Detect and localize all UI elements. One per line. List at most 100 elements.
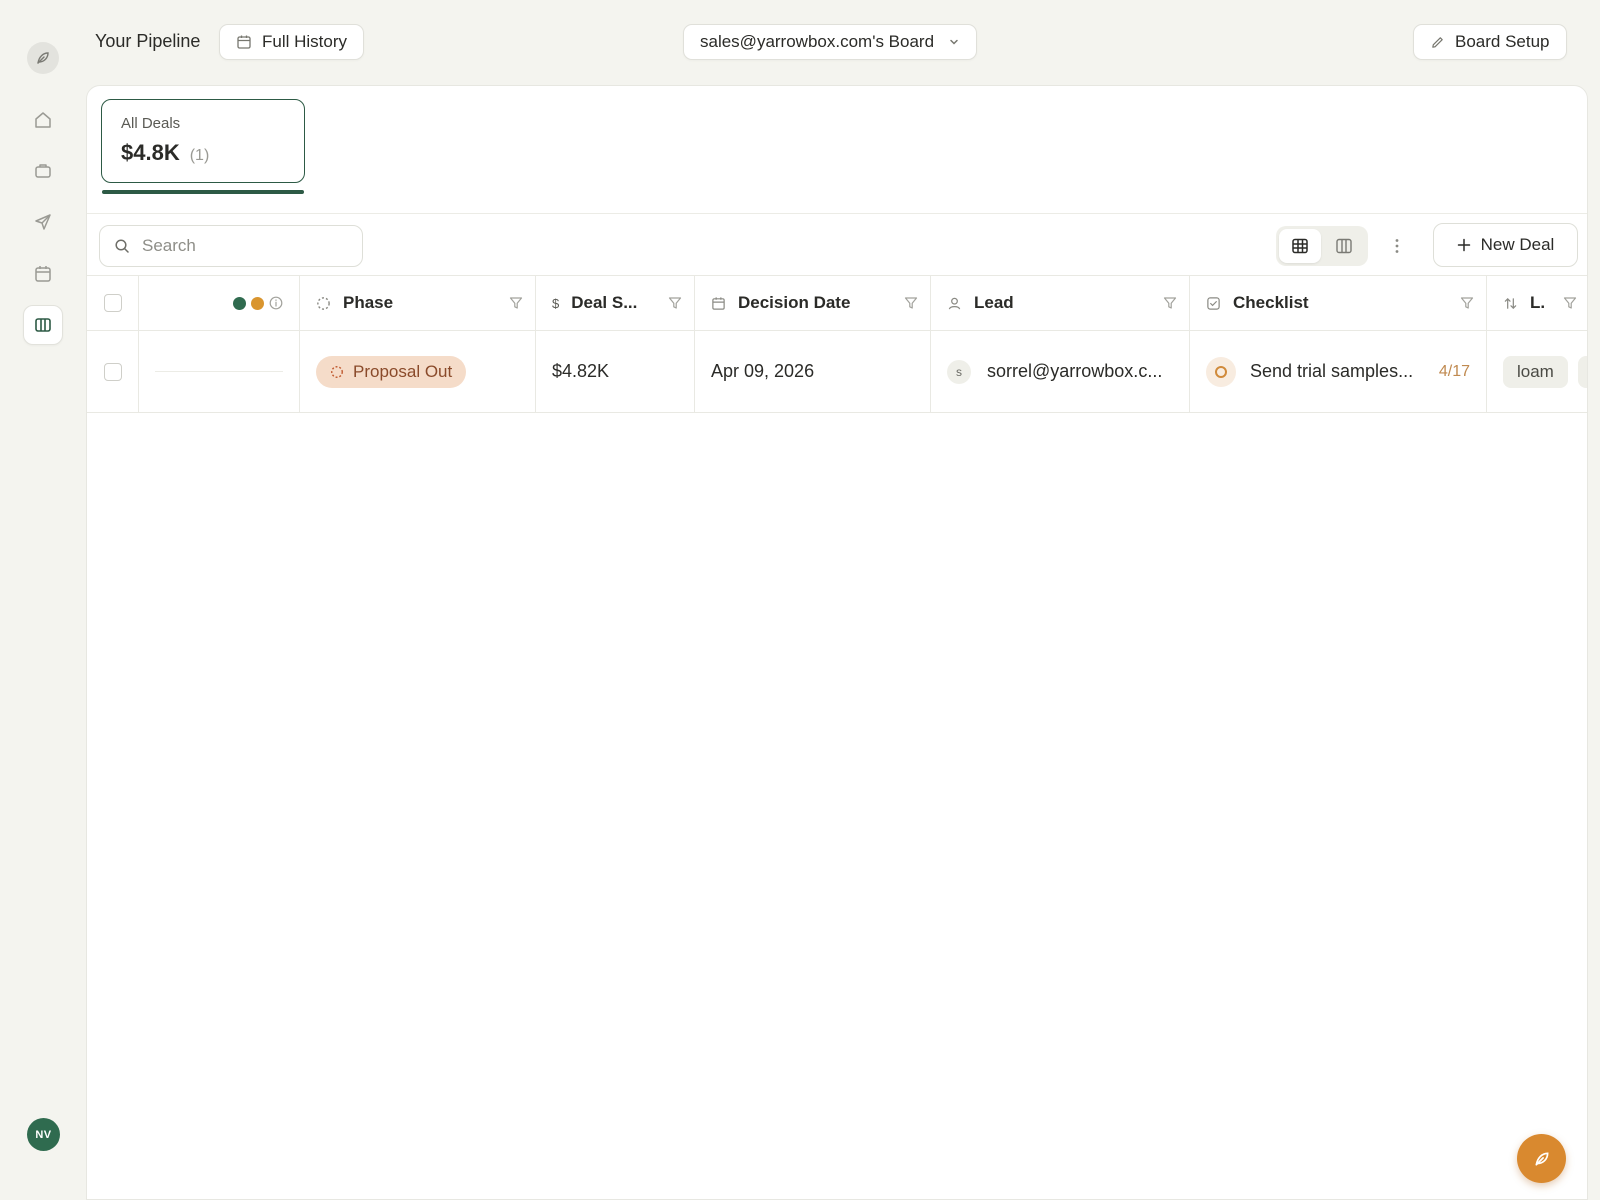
status-cell <box>139 331 300 412</box>
decision-date-cell[interactable]: Apr 09, 2026 <box>695 331 931 412</box>
lead-avatar: s <box>947 359 971 384</box>
section-divider <box>87 213 1587 214</box>
sidebar-item-outreach[interactable] <box>23 202 63 242</box>
active-card-indicator <box>102 190 304 194</box>
home-icon <box>35 112 51 128</box>
plus-icon <box>1457 238 1470 252</box>
status-placeholder <box>155 371 283 372</box>
deal-size-value: $4.82K <box>552 361 610 381</box>
column-header-labels[interactable]: L. <box>1487 276 1587 330</box>
user-icon <box>948 297 961 309</box>
assistant-button[interactable] <box>1517 1134 1566 1183</box>
left-sidebar: NV <box>0 0 86 1200</box>
briefcase-icon <box>35 164 51 178</box>
row-checkbox[interactable] <box>103 362 122 381</box>
filter-icon[interactable] <box>1563 296 1577 310</box>
main-panel: All Deals $4.8K (1) Search New Deal Phas… <box>86 85 1588 1200</box>
board-setup-button[interactable]: Board Setup <box>1413 24 1567 60</box>
board-setup-label: Board Setup <box>1455 32 1550 51</box>
filter-icon[interactable] <box>904 296 918 310</box>
new-deal-button[interactable]: New Deal <box>1433 223 1578 267</box>
full-history-label: Full History <box>262 32 348 51</box>
deals-table: Phase $ Deal S... Decision Date Lead Che… <box>87 275 1587 413</box>
filter-icon[interactable] <box>668 296 682 310</box>
leaf-icon[interactable] <box>27 42 59 74</box>
phase-cell[interactable]: Proposal Out <box>300 331 536 412</box>
user-avatar[interactable]: NV <box>27 1118 60 1151</box>
phase-value: Proposal Out <box>353 361 453 381</box>
deal-size-cell[interactable]: $4.82K <box>536 331 695 412</box>
filter-icon[interactable] <box>1163 296 1177 310</box>
sidebar-item-board[interactable] <box>23 305 63 345</box>
sidebar-item-calendar[interactable] <box>23 254 63 294</box>
select-all-cell <box>87 276 139 330</box>
row-select-cell <box>87 331 139 412</box>
lead-value: sorrel@yarrowbox.c... <box>987 361 1163 381</box>
column-label-lead: Lead <box>974 293 1014 312</box>
checklist-progress: 4/17 <box>1438 362 1470 380</box>
checklist-status-icon <box>1206 356 1236 387</box>
phase-icon <box>317 296 330 310</box>
column-label-labels: L. <box>1530 293 1546 312</box>
search-input[interactable]: Search <box>99 225 363 267</box>
table-view-button[interactable] <box>1279 229 1321 263</box>
board-selector[interactable]: sales@yarrowbox.com's Board <box>683 24 978 60</box>
more-options-icon[interactable] <box>1385 232 1409 260</box>
new-deal-label: New Deal <box>1480 235 1555 254</box>
select-all-checkbox[interactable] <box>103 294 122 312</box>
all-deals-count: (1) <box>189 147 210 164</box>
label-tag[interactable]: loam <box>1503 355 1568 388</box>
table-icon <box>1292 238 1308 254</box>
phase-icon <box>331 365 343 378</box>
view-toggle <box>1276 226 1368 266</box>
all-deals-label: All Deals <box>121 115 181 132</box>
full-history-button[interactable]: Full History <box>219 24 365 60</box>
checklist-item: Send trial samples... <box>1250 361 1414 381</box>
info-icon[interactable] <box>269 296 283 310</box>
column-label-checklist: Checklist <box>1233 293 1309 312</box>
label-tag-overflow[interactable] <box>1577 355 1587 388</box>
columns-icon <box>1336 238 1352 254</box>
status-dot-green <box>233 296 246 310</box>
table-header-row: Phase $ Deal S... Decision Date Lead Che… <box>87 275 1587 330</box>
column-header-checklist[interactable]: Checklist <box>1190 276 1487 330</box>
checklist-cell[interactable]: Send trial samples... 4/17 <box>1190 331 1487 412</box>
search-placeholder: Search <box>142 236 196 255</box>
decision-date-value: Apr 09, 2026 <box>711 361 815 381</box>
phase-badge[interactable]: Proposal Out <box>316 355 467 388</box>
chevron-down-icon <box>950 39 958 45</box>
pencil-icon <box>1432 36 1443 48</box>
filter-icon[interactable] <box>509 296 523 310</box>
column-label-deal-size: Deal S... <box>571 293 638 312</box>
leaf-icon <box>1535 1152 1548 1165</box>
calendar-icon <box>237 35 251 49</box>
page-title: Your Pipeline <box>95 31 201 51</box>
status-dots <box>233 296 283 310</box>
sidebar-item-home[interactable] <box>23 100 63 140</box>
column-header-phase[interactable]: Phase <box>300 276 536 330</box>
send-icon <box>35 214 51 230</box>
calendar-icon <box>35 266 51 282</box>
board-icon <box>35 318 51 332</box>
column-header-decision-date[interactable]: Decision Date <box>695 276 931 330</box>
calendar-icon <box>712 296 725 310</box>
all-deals-value: $4.8K <box>121 140 180 165</box>
column-label-decision-date: Decision Date <box>738 293 851 312</box>
column-label-phase: Phase <box>343 293 394 312</box>
table-row[interactable]: Proposal Out $4.82K Apr 09, 2026 s sorre… <box>87 330 1587 413</box>
dollar-icon: $ <box>552 295 560 311</box>
labels-cell[interactable]: loam <box>1487 331 1587 412</box>
board-view-button[interactable] <box>1323 229 1365 263</box>
checkbox-icon <box>1207 296 1220 310</box>
status-dot-orange <box>251 296 264 310</box>
lead-cell[interactable]: s sorrel@yarrowbox.c... <box>931 331 1190 412</box>
status-column-header <box>139 276 300 330</box>
board-selector-label: sales@yarrowbox.com's Board <box>700 32 935 51</box>
filter-icon[interactable] <box>1460 296 1474 310</box>
all-deals-card[interactable]: All Deals $4.8K (1) <box>101 99 305 183</box>
search-icon <box>115 239 129 253</box>
column-header-lead[interactable]: Lead <box>931 276 1190 330</box>
sort-icon <box>1504 297 1517 309</box>
sidebar-item-deals[interactable] <box>23 151 63 191</box>
column-header-deal-size[interactable]: $ Deal S... <box>536 276 695 330</box>
